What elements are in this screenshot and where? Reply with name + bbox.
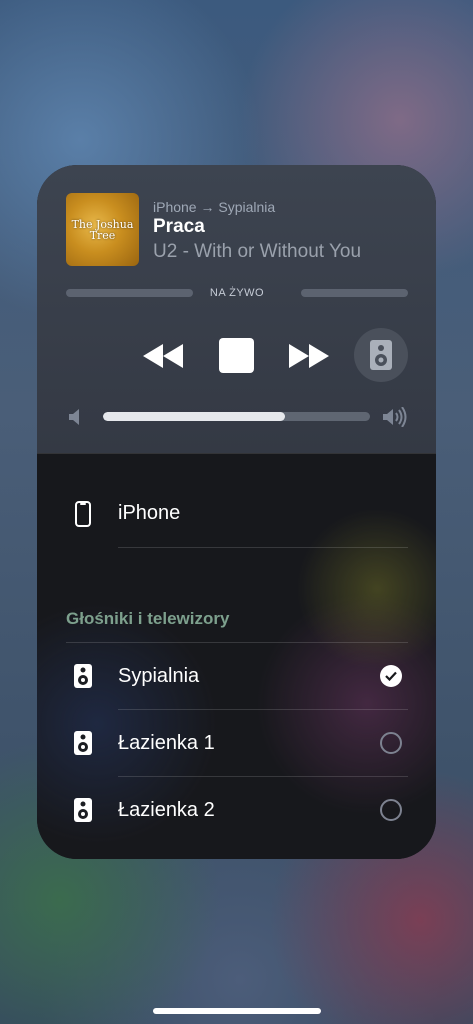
rewind-button[interactable] — [141, 341, 185, 371]
speaker-label: Sypialnia — [118, 665, 200, 687]
speaker-label: Łazienka 2 — [118, 799, 215, 821]
iphone-icon — [75, 501, 91, 527]
checkmark-icon — [385, 671, 397, 681]
speaker-row-lazienka-2[interactable]: Łazienka 2 — [37, 798, 436, 828]
fast-forward-button[interactable] — [287, 341, 331, 371]
speaker-row-sypialnia[interactable]: Sypialnia — [37, 664, 436, 694]
rewind-icon — [143, 344, 183, 368]
speaker-label: Łazienka 1 — [118, 732, 215, 754]
speaker-row-lazienka-1[interactable]: Łazienka 1 — [37, 731, 436, 761]
device-list: iPhone Głośniki i telewizory Sypialnia Ł… — [37, 453, 436, 859]
airplay-panel: The Joshua Tree iPhone → Sypialnia Praca… — [37, 165, 436, 859]
stop-icon — [218, 337, 254, 373]
album-art-text: The Joshua Tree — [71, 217, 134, 242]
speaker-icon — [74, 664, 92, 688]
speaker-icon — [74, 798, 92, 822]
fast-forward-icon — [289, 344, 329, 368]
device-label-iphone: iPhone — [118, 502, 181, 524]
selected-checkmark[interactable] — [380, 665, 402, 687]
track-subtitle: U2 - With or Without You — [153, 241, 362, 262]
device-row-iphone[interactable]: iPhone — [37, 499, 436, 539]
now-playing-section: The Joshua Tree iPhone → Sypialnia Praca… — [37, 165, 436, 453]
divider — [66, 642, 408, 643]
section-title: Głośniki i telewizory — [66, 609, 230, 628]
volume-high-icon — [383, 407, 407, 427]
unselected-radio[interactable] — [380, 732, 402, 754]
speaker-icon — [370, 340, 392, 370]
unselected-radio[interactable] — [380, 799, 402, 821]
home-indicator[interactable] — [153, 1008, 321, 1014]
track-title: Praca — [153, 216, 205, 237]
divider — [118, 776, 408, 777]
live-progress: NA ŻYWO — [66, 287, 408, 299]
speaker-icon — [74, 731, 92, 755]
volume-slider-fill — [103, 412, 285, 421]
airplay-speaker-button[interactable] — [354, 328, 408, 382]
live-label: NA ŻYWO — [209, 287, 265, 299]
album-art[interactable]: The Joshua Tree — [66, 193, 139, 266]
divider — [118, 709, 408, 710]
volume-slider[interactable] — [103, 412, 370, 421]
divider — [118, 547, 408, 548]
stop-button[interactable] — [218, 337, 254, 373]
output-route: iPhone → Sypialnia — [153, 199, 276, 215]
volume-low-icon — [69, 409, 79, 425]
